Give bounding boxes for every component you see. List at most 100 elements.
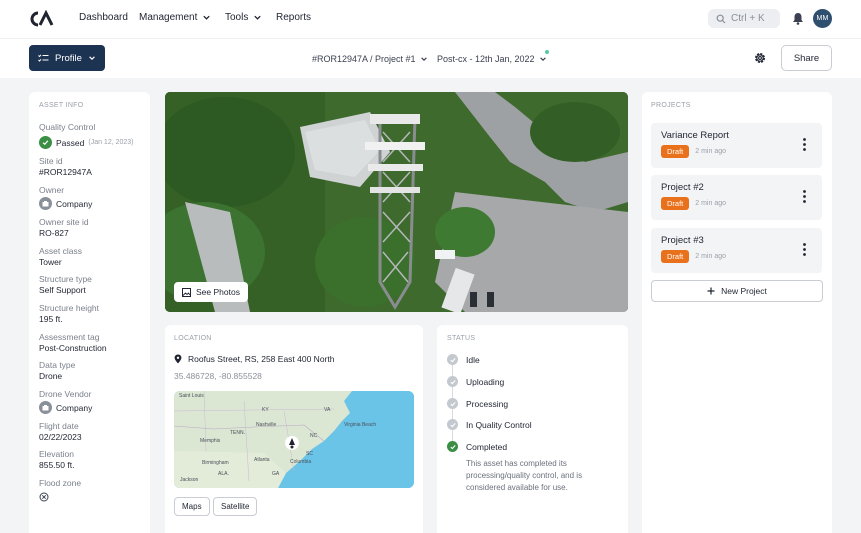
new-project-label: New Project <box>721 286 767 296</box>
field-value: RO-827 <box>39 228 69 238</box>
field-label: Elevation <box>39 449 74 459</box>
site-id-field: Site id #ROR12947A <box>39 156 92 178</box>
address-row: Roofus Street, RS, 258 East 400 North <box>174 354 334 364</box>
chevron-down-icon <box>254 15 262 20</box>
field-label: Structure height <box>39 303 100 313</box>
nav-dashboard-label: Dashboard <box>79 12 128 23</box>
satellite-button[interactable]: Satellite <box>213 497 258 516</box>
site-breadcrumb-label: #ROR12947A / Project #1 <box>312 54 416 64</box>
flood-zone-field: Flood zone <box>39 478 81 507</box>
map-label: ALA. <box>218 471 229 477</box>
status-step-idle: Idle <box>447 354 480 365</box>
field-value: Tower <box>39 257 62 267</box>
map-label: SC <box>306 451 313 457</box>
search-box[interactable]: Ctrl + K <box>708 9 780 28</box>
gear-icon[interactable] <box>753 51 767 65</box>
bell-icon[interactable] <box>792 12 804 25</box>
field-value: #ROR12947A <box>39 167 92 177</box>
draft-badge: Draft <box>661 197 690 210</box>
field-label: Structure type <box>39 274 92 284</box>
nav-management-label: Management <box>139 12 198 23</box>
structure-type-field: Structure type Self Support <box>39 274 92 296</box>
image-icon <box>182 287 191 297</box>
building-icon <box>39 197 52 210</box>
phase-breadcrumb[interactable]: Post-cx - 12th Jan, 2022 <box>437 54 547 64</box>
field-label: Data type <box>39 360 76 370</box>
field-label: Owner site id <box>39 217 89 227</box>
status-step-quality-control: In Quality Control <box>447 419 532 430</box>
new-project-button[interactable]: New Project <box>651 280 823 302</box>
share-button[interactable]: Share <box>781 45 832 71</box>
data-type-field: Data type Drone <box>39 360 75 382</box>
check-circle-icon <box>447 398 458 409</box>
nav-reports-label: Reports <box>276 12 312 23</box>
field-value: Company <box>56 402 93 413</box>
more-vertical-icon[interactable] <box>803 243 806 256</box>
location-heading: LOCATION <box>174 335 212 342</box>
asset-info-heading: ASSET INFO <box>39 102 84 109</box>
maps-button[interactable]: Maps <box>174 497 210 516</box>
field-value: Post-Construction <box>39 343 107 353</box>
project-time: 2 min ago <box>695 253 727 260</box>
more-vertical-icon[interactable] <box>803 190 806 203</box>
qc-label: Quality Control <box>39 122 96 132</box>
nav-reports[interactable]: Reports <box>276 12 311 23</box>
map-label: NC <box>310 433 318 439</box>
map-label: Jackson <box>180 477 199 483</box>
status-step-label: Idle <box>466 354 480 365</box>
user-avatar[interactable]: MM <box>813 9 832 28</box>
project-title: Project #2 <box>661 182 704 193</box>
location-map[interactable]: Saint Louis KY VA Virginia Beach TENN. M… <box>174 391 414 488</box>
address-text: Roofus Street, RS, 258 East 400 North <box>188 354 335 364</box>
see-photos-button[interactable]: See Photos <box>174 282 248 302</box>
see-photos-label: See Photos <box>196 287 240 297</box>
field-value: Company <box>56 198 93 209</box>
status-heading: STATUS <box>447 335 476 342</box>
project-item[interactable]: Project #3 Draft 2 min ago <box>651 228 822 273</box>
field-label: Drone Vendor <box>39 389 92 399</box>
list-check-icon <box>38 53 49 62</box>
nav-management[interactable]: Management <box>139 12 211 23</box>
more-vertical-icon[interactable] <box>803 138 806 151</box>
field-label: Assessment tag <box>39 332 100 342</box>
map-label: Columbia <box>290 459 312 465</box>
project-item[interactable]: Variance Report Draft 2 min ago <box>651 123 822 168</box>
profile-button[interactable]: Profile <box>29 45 105 71</box>
site-breadcrumb[interactable]: #ROR12947A / Project #1 <box>312 54 428 64</box>
nav-dashboard[interactable]: Dashboard <box>79 12 128 23</box>
structure-height-field: Structure height 195 ft. <box>39 303 99 325</box>
field-label: Flood zone <box>39 478 82 488</box>
map-label: Nashville <box>256 422 277 428</box>
map-label: VA <box>324 407 331 413</box>
chevron-down-icon <box>420 57 427 62</box>
plus-icon <box>707 287 715 295</box>
draft-badge: Draft <box>661 145 690 158</box>
status-step-label: In Quality Control <box>466 419 532 430</box>
check-circle-icon <box>447 441 458 452</box>
qc-status: Passed <box>56 137 85 148</box>
top-navigation: Dashboard Management Tools Reports Ctrl … <box>0 0 861 38</box>
nav-tools[interactable]: Tools <box>225 12 262 23</box>
project-time: 2 min ago <box>695 200 727 207</box>
status-step-processing: Processing <box>447 398 508 409</box>
drone-photo[interactable]: See Photos <box>165 92 628 312</box>
building-icon <box>39 401 52 414</box>
ca-logo-icon[interactable] <box>28 10 54 28</box>
map-label: Memphis <box>200 438 221 444</box>
draft-badge: Draft <box>661 250 690 263</box>
status-step-completed: Completed <box>447 441 507 452</box>
assessment-tag-field: Assessment tag Post-Construction <box>39 332 107 354</box>
status-step-label: Completed <box>466 441 508 452</box>
flight-date-field: Flight date 02/22/2023 <box>39 421 82 443</box>
tower-aerial-image <box>165 92 628 312</box>
app-frame: Dashboard Management Tools Reports Ctrl … <box>0 0 861 533</box>
map-label: Virginia Beach <box>344 422 377 428</box>
sub-header: Profile #ROR12947A / Project #1 Post-cx … <box>0 38 861 78</box>
owner-site-id-field: Owner site id RO-827 <box>39 217 89 239</box>
map-label: KY <box>262 407 269 413</box>
field-value: Self Support <box>39 285 86 295</box>
qc-date: (Jan 12, 2023) <box>88 139 134 146</box>
field-value: 195 ft. <box>39 314 63 324</box>
profile-label: Profile <box>55 52 82 64</box>
project-item[interactable]: Project #2 Draft 2 min ago <box>651 175 822 220</box>
